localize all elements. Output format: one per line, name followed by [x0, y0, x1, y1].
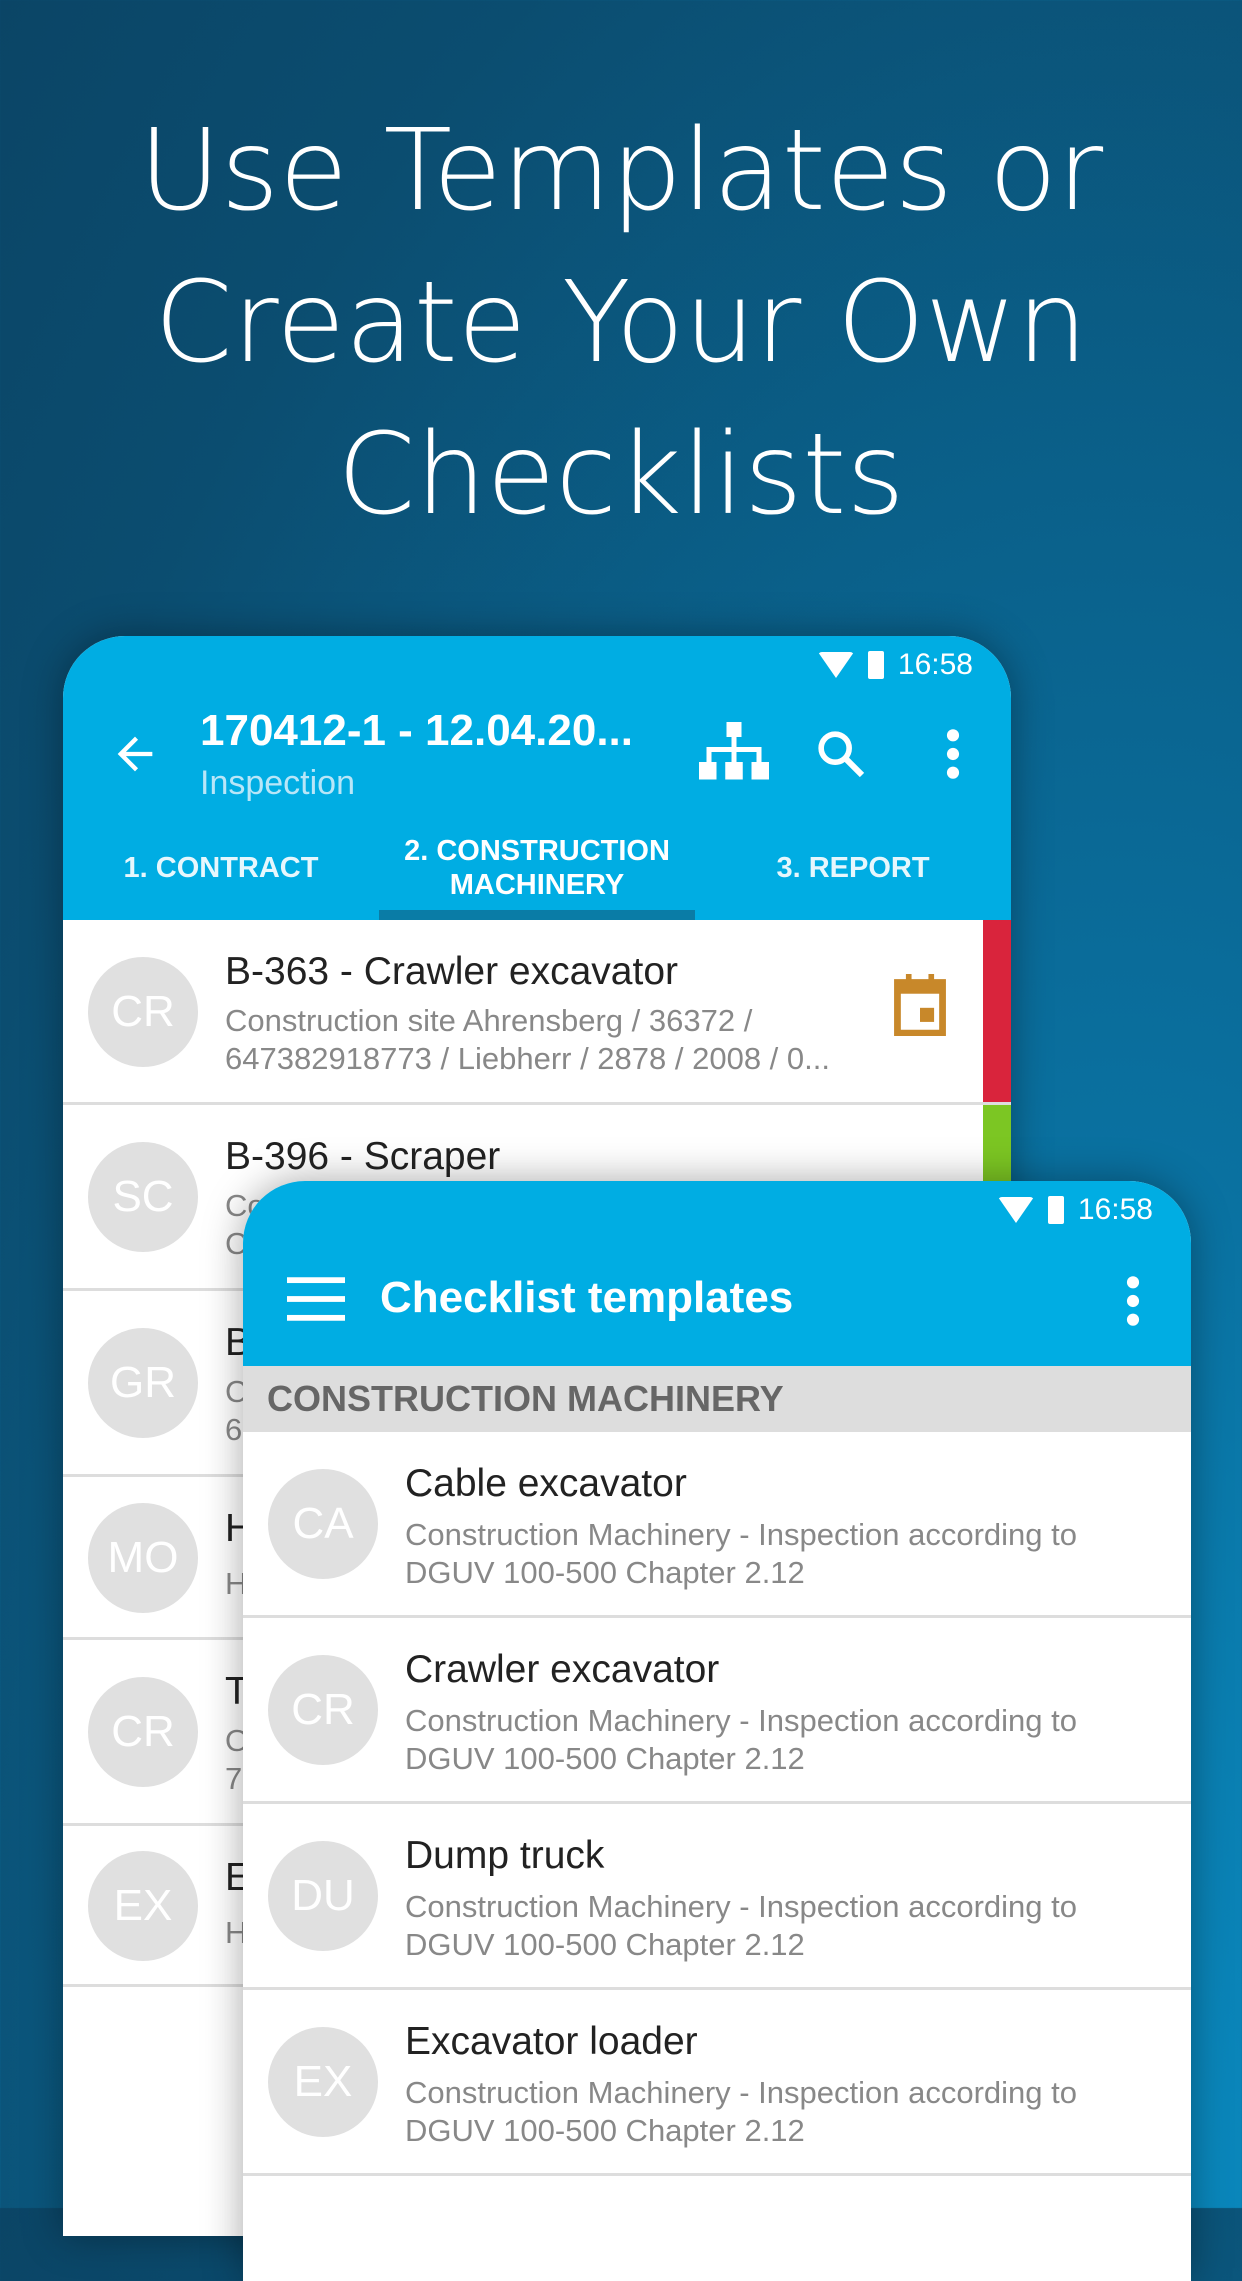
battery-icon [1047, 1196, 1064, 1224]
template-list: CA Cable excavator Construction Machiner… [243, 1432, 1191, 2176]
avatar: GR [88, 1328, 198, 1438]
list-item[interactable]: CR B-363 - Crawler excavator Constructio… [63, 920, 1011, 1105]
status-strip [983, 920, 1011, 1102]
item-detail: Construction Machinery - Inspection acco… [405, 1889, 1077, 1924]
headline-line: Checklists [337, 410, 905, 540]
item-detail: DGUV 100-500 Chapter 2.12 [405, 2113, 805, 2148]
item-title: Dump truck [405, 1834, 605, 1877]
headline-line: Use Templates or [138, 106, 1104, 236]
item-title: B-363 - Crawler excavator [225, 950, 678, 993]
app-bar: 16:58 Checklist templates [243, 1181, 1191, 1366]
list-item[interactable]: DU Dump truck Construction Machinery - I… [243, 1804, 1191, 1990]
avatar: SC [88, 1142, 198, 1252]
avatar: CA [268, 1469, 378, 1579]
calendar-icon[interactable] [891, 974, 949, 1036]
toolbar-title: 170412-1 - 12.04.20... [200, 706, 633, 755]
menu-icon[interactable] [287, 1277, 345, 1321]
avatar: EX [268, 2027, 378, 2137]
avatar: EX [88, 1851, 198, 1961]
toolbar-title: Checklist templates [380, 1273, 794, 1322]
item-title: Crawler excavator [405, 1648, 720, 1691]
item-detail: Construction site Ahrensberg / 36372 / [225, 1003, 753, 1038]
tab-contract[interactable]: 1. CONTRACT [63, 816, 379, 920]
item-title: Excavator loader [405, 2020, 698, 2063]
item-detail: DGUV 100-500 Chapter 2.12 [405, 1741, 805, 1776]
list-item[interactable]: CA Cable excavator Construction Machiner… [243, 1432, 1191, 1618]
hierarchy-icon[interactable] [699, 722, 769, 782]
list-item[interactable]: EX Excavator loader Construction Machine… [243, 1990, 1191, 2176]
item-detail: Construction Machinery - Inspection acco… [405, 1517, 1077, 1552]
wifi-icon [817, 652, 854, 678]
avatar: MO [88, 1503, 198, 1613]
more-vert-icon[interactable] [1123, 1273, 1143, 1329]
avatar: CR [88, 957, 198, 1067]
headline-line: Create Your Own [154, 258, 1088, 388]
list-item[interactable]: CR Crawler excavator Construction Machin… [243, 1618, 1191, 1804]
avatar: CR [268, 1655, 378, 1765]
clock: 16:58 [1077, 1193, 1153, 1226]
clock: 16:58 [897, 648, 973, 681]
wifi-icon [997, 1197, 1034, 1223]
tab-report[interactable]: 3. REPORT [695, 816, 1011, 920]
battery-icon [867, 651, 884, 679]
avatar: DU [268, 1841, 378, 1951]
section-header: CONSTRUCTION MACHINERY [243, 1366, 1191, 1432]
more-vert-icon[interactable] [943, 726, 963, 782]
status-bar: 16:58 [243, 1181, 1191, 1239]
app-bar: 16:58 170412-1 - 12.04.20... Inspection … [63, 636, 1011, 920]
tab-indicator [379, 910, 695, 920]
item-detail: DGUV 100-500 Chapter 2.12 [405, 1555, 805, 1590]
item-detail: 6 [225, 1412, 243, 1447]
back-arrow-icon[interactable] [109, 728, 161, 780]
tab-bar: 1. CONTRACT 2. CONSTRUCTION MACHINERY 3.… [63, 816, 1011, 920]
headline: Use Templates or Create Your Own Checkli… [0, 95, 1242, 551]
item-detail: 647382918773 / Liebherr / 2878 / 2008 / … [225, 1041, 830, 1076]
item-detail: 7 [225, 1761, 243, 1796]
avatar: CR [88, 1677, 198, 1787]
item-detail: DGUV 100-500 Chapter 2.12 [405, 1927, 805, 1962]
item-detail: Construction Machinery - Inspection acco… [405, 1703, 1077, 1738]
tab-construction-machinery[interactable]: 2. CONSTRUCTION MACHINERY [379, 816, 695, 920]
search-icon[interactable] [813, 726, 869, 782]
item-title: Cable excavator [405, 1462, 687, 1505]
checklist-templates-screen: 16:58 Checklist templates CONSTRUCTION M… [243, 1181, 1191, 2281]
item-detail: Construction Machinery - Inspection acco… [405, 2075, 1077, 2110]
status-bar: 16:58 [63, 636, 1011, 694]
item-title: B-396 - Scraper [225, 1135, 501, 1178]
toolbar-subtitle: Inspection [200, 764, 355, 802]
